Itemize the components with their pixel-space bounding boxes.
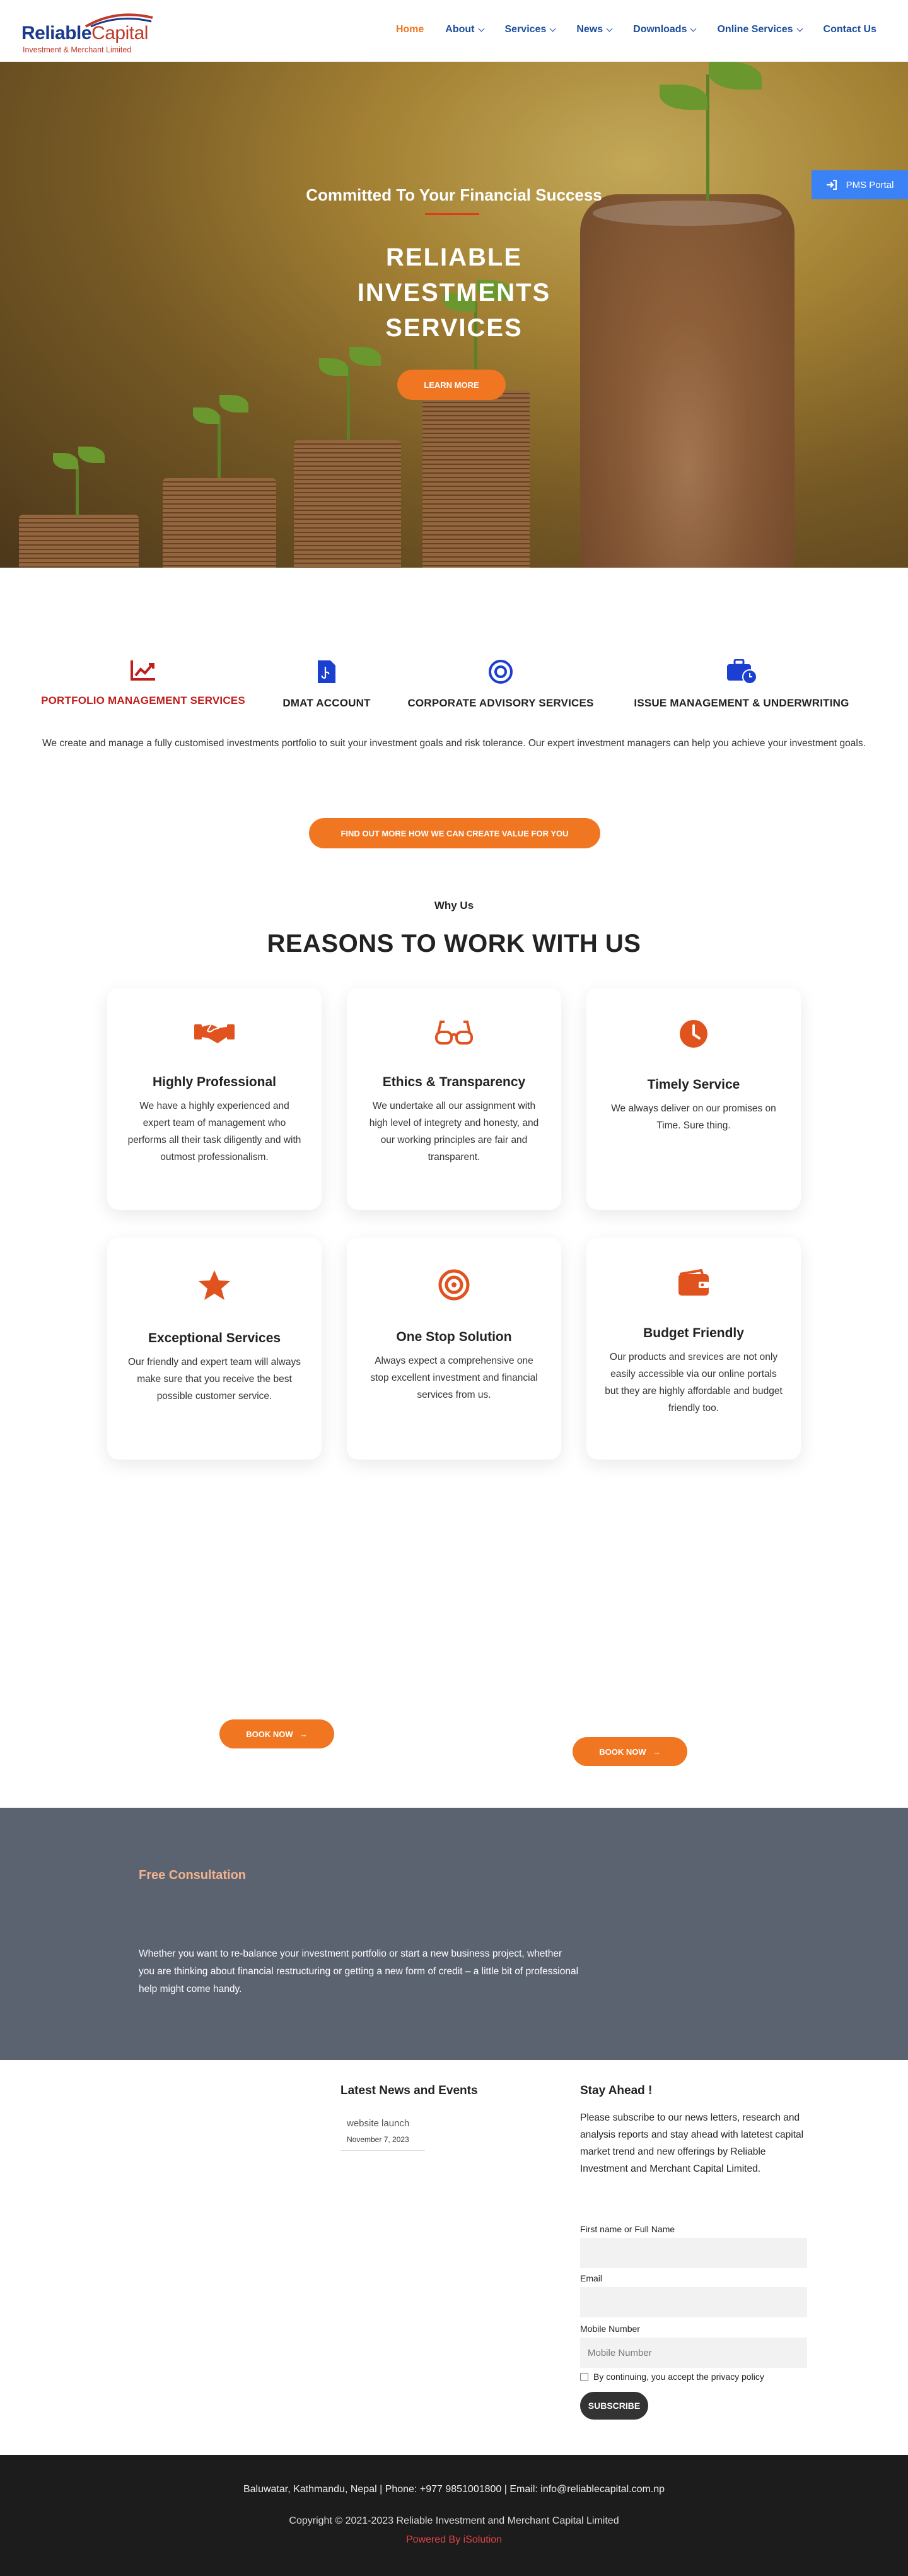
site-footer: Baluwatar, Kathmandu, Nepal | Phone: +97… [0, 2455, 908, 2576]
hero-kicker: Committed To Your Financial Success [306, 185, 602, 204]
service-description: We create and manage a fully customised … [42, 738, 866, 749]
service-label: PORTFOLIO MANAGEMENT SERVICES [41, 694, 245, 706]
subscribe-heading: Stay Ahead ! [580, 2084, 653, 2097]
chevron-down-icon [796, 25, 803, 32]
learn-more-button[interactable]: LEARN MORE [397, 370, 506, 400]
chevron-down-icon [478, 25, 484, 32]
hero-title: RELIABLE INVESTMENTS SERVICES [357, 243, 551, 342]
arrow-right-icon: → [652, 1747, 661, 1757]
card-text: We always deliver on our promises on Tim… [611, 1103, 776, 1131]
why-us-title: REASONS TO WORK WITH US [267, 930, 641, 957]
main-nav: Home About Services News Downloads Onlin… [396, 24, 876, 35]
news-heading: Latest News and Events [340, 2084, 478, 2097]
service-issue-management[interactable]: ISSUE MANAGEMENT & UNDERWRITING [620, 659, 863, 710]
briefcase-clock-icon [727, 659, 757, 684]
hero-divider [425, 213, 479, 215]
nav-downloads[interactable]: Downloads [633, 24, 697, 35]
bullseye-icon [438, 1269, 470, 1301]
chart-line-icon [131, 660, 155, 681]
hero-banner: Committed To Your Financial Success RELI… [0, 62, 908, 568]
glasses-icon [435, 1021, 473, 1045]
card-text: We undertake all our assignment with hig… [369, 1101, 539, 1162]
logo[interactable]: ReliableCapital Investment & Merchant Li… [21, 11, 154, 54]
service-portfolio-management[interactable]: PORTFOLIO MANAGEMENT SERVICES [34, 659, 252, 707]
service-label: DMAT ACCOUNT [282, 697, 371, 709]
nav-about[interactable]: About [445, 24, 484, 35]
footer-contact: Baluwatar, Kathmandu, Nepal | Phone: +97… [243, 2484, 665, 2495]
why-us-kicker: Why Us [434, 899, 474, 911]
pms-portal-button[interactable]: PMS Portal [812, 170, 908, 199]
card-title: Budget Friendly [643, 1326, 744, 1340]
chevron-down-icon [690, 25, 697, 32]
chevron-down-icon [606, 25, 613, 32]
document-icon [318, 660, 335, 683]
news-item: website launch November 7, 2023 [340, 2112, 425, 2151]
book-now-button[interactable]: BOOK NOW → [573, 1737, 687, 1766]
sign-in-icon [826, 180, 837, 190]
wallet-icon [678, 1269, 709, 1296]
reason-card: Timely Service We always deliver on our … [586, 988, 801, 1210]
book-now-button[interactable]: BOOK NOW → [219, 1719, 334, 1748]
card-title: Highly Professional [152, 1075, 277, 1089]
reason-card: Highly Professional We have a highly exp… [107, 988, 322, 1210]
card-text: Our friendly and expert team will always… [128, 1357, 301, 1402]
card-title: Ethics & Transparency [382, 1075, 526, 1089]
card-text: We have a highly experienced and expert … [127, 1101, 301, 1162]
logo-subtitle: Investment & Merchant Limited [23, 45, 132, 54]
subscribe-button[interactable]: SUBSCRIBE [580, 2392, 648, 2420]
service-corporate-advisory[interactable]: CORPORATE ADVISORY SERVICES [404, 659, 598, 710]
privacy-consent: By continuing, you accept the privacy po… [580, 2372, 764, 2382]
logo-text: ReliableCapital [21, 23, 148, 44]
clock-icon [680, 1020, 707, 1048]
reason-card: Budget Friendly Our products and srevice… [586, 1238, 801, 1460]
service-dmat-account[interactable]: DMAT ACCOUNT [274, 659, 380, 710]
footer-powered-by[interactable]: Powered By iSolution [0, 2534, 908, 2546]
star-icon [199, 1270, 230, 1300]
card-text: Our products and srevices are not only e… [605, 1352, 783, 1414]
card-text: Always expect a comprehensive one stop e… [370, 1355, 538, 1400]
card-title: Exceptional Services [148, 1331, 281, 1345]
reason-card: Ethics & Transparency We undertake all o… [347, 988, 561, 1210]
footer-copyright: Copyright © 2021-2023 Reliable Investmen… [289, 2515, 619, 2526]
card-title: One Stop Solution [396, 1330, 512, 1344]
email-label: Email [580, 2273, 603, 2283]
mobile-field[interactable] [580, 2338, 807, 2368]
consultation-title: Free Consultation [139, 1868, 247, 1882]
nav-online-services[interactable]: Online Services [717, 24, 803, 35]
nav-home[interactable]: Home [396, 24, 424, 35]
free-consultation-section: Free Consultation Whether you want to re… [0, 1808, 908, 2060]
reason-card: Exceptional Services Our friendly and ex… [107, 1238, 322, 1460]
service-label: ISSUE MANAGEMENT & UNDERWRITING [634, 697, 849, 709]
service-label: CORPORATE ADVISORY SERVICES [407, 697, 594, 709]
news-link[interactable]: website launch [347, 2118, 425, 2129]
target-ring-icon [489, 660, 513, 684]
handshake-icon [194, 1024, 235, 1043]
chevron-down-icon [549, 25, 556, 32]
nav-contact-us[interactable]: Contact Us [824, 24, 876, 35]
email-field[interactable] [580, 2287, 807, 2317]
find-out-more-button[interactable]: FIND OUT MORE HOW WE CAN CREATE VALUE FO… [309, 818, 600, 848]
card-title: Timely Service [647, 1077, 740, 1092]
consent-checkbox[interactable] [580, 2372, 588, 2381]
site-header: ReliableCapital Investment & Merchant Li… [0, 0, 908, 62]
subscribe-text: Please subscribe to our news letters, re… [580, 2112, 804, 2174]
news-date: November 7, 2023 [347, 2135, 409, 2144]
consent-text: By continuing, you accept the privacy po… [593, 2372, 764, 2382]
nav-news[interactable]: News [576, 24, 613, 35]
arrow-right-icon: → [299, 1729, 308, 1739]
consultation-text: Whether you want to re-balance your inve… [139, 1948, 579, 1994]
nav-services[interactable]: Services [505, 24, 556, 35]
name-label: First name or Full Name [580, 2224, 675, 2234]
name-field[interactable] [580, 2238, 807, 2268]
mobile-label: Mobile Number [580, 2324, 640, 2334]
reason-card: One Stop Solution Always expect a compre… [347, 1238, 561, 1460]
